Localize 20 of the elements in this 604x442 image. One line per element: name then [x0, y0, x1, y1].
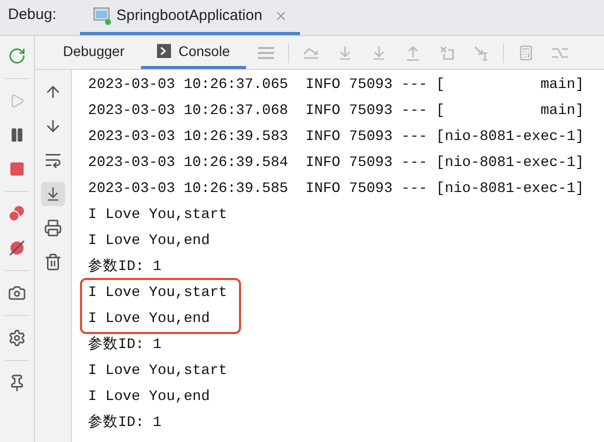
log-line: I Love You,start [88, 284, 228, 303]
scroll-to-end-icon[interactable] [41, 182, 65, 206]
log-line: 2023-03-03 10:26:39.585 INFO 75093 --- [nio-8081-exec-1] [88, 180, 584, 199]
log-line: 参数ID: 1 [88, 413, 162, 433]
log-line: I Love You,start [88, 206, 228, 225]
log-line: 2023-03-03 10:26:37.068 INFO 75093 --- [ main] [88, 102, 584, 121]
panel-tab[interactable]: Debugger [47, 36, 140, 69]
log-line: I Love You,end [88, 232, 210, 251]
log-line: I Love You,end [88, 310, 210, 329]
app-window-icon [92, 7, 112, 25]
log-line: 2023-03-03 10:26:39.584 INFO 75093 --- [nio-8081-exec-1] [88, 154, 584, 173]
log-line: 参数ID: 1 [88, 335, 162, 355]
log-line: I Love You,start [88, 362, 228, 381]
log-line: 2023-03-03 10:26:37.065 INFO 75093 --- [ main] [88, 76, 584, 95]
session-title: SpringbootApplication [116, 6, 262, 26]
debug-label: Debug: [8, 4, 56, 24]
log-line: 2023-03-03 10:26:39.583 INFO 75093 --- [nio-8081-exec-1] [88, 128, 584, 147]
log-line: I Love You,end [88, 388, 210, 407]
console-icon [156, 44, 170, 58]
log-line: 参数ID: 1 [88, 257, 162, 277]
